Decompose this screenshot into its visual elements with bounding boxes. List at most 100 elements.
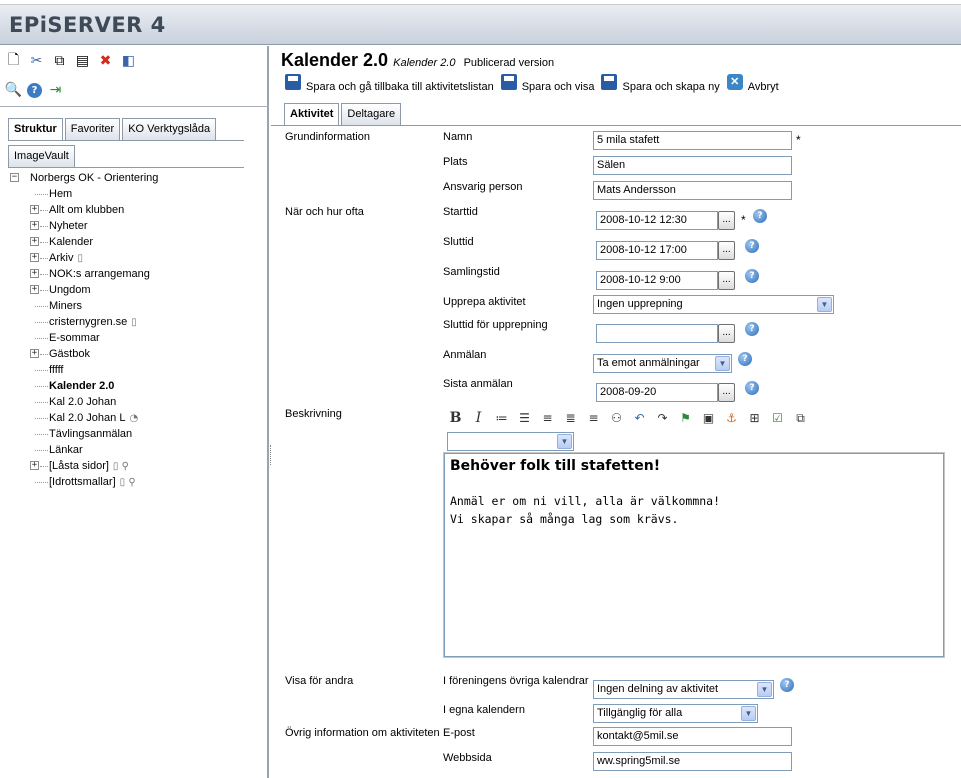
repeat-end-input[interactable] [596,324,718,343]
website-input[interactable]: ww.spring5mil.se [593,752,792,771]
editor-style-select[interactable]: ▼ [447,432,574,451]
save-and-view-label: Spara och visa [521,81,595,93]
insert-image-icon[interactable]: ▣ [699,409,718,427]
help-icon[interactable]: ? [753,209,767,223]
tree-item[interactable]: + Ungdom [10,282,265,298]
insert-anchor-icon[interactable]: ⚓ [722,409,741,427]
tree-root[interactable]: − Norbergs OK - Orientering [10,170,265,186]
tree-item[interactable]: + [Låsta sidor] ▯ ⚲ [10,458,265,474]
tree-item[interactable]: + Arkiv ▯ [10,250,265,266]
help-icon[interactable]: ? [738,352,752,366]
name-input[interactable]: 5 mila stafett [593,131,792,150]
email-input[interactable]: kontakt@5mil.se [593,727,792,746]
collapse-icon[interactable]: − [10,173,19,182]
copy-icon[interactable]: ⧉ [50,52,69,71]
tree-item[interactable]: + NOK:s arrangemang [10,266,265,282]
spellcheck-icon[interactable]: ☑ [768,409,787,427]
tab-deltagare[interactable]: Deltagare [341,103,402,125]
tree-item[interactable]: Hem [10,186,265,202]
expand-icon[interactable]: + [30,221,39,230]
ordered-list-icon[interactable]: ≔ [492,409,511,427]
italic-icon[interactable]: I [469,409,488,427]
tree-item[interactable]: Tävlingsanmälan [10,426,265,442]
align-center-icon[interactable]: ≣ [561,409,580,427]
bold-icon[interactable]: B [446,409,465,427]
help-icon[interactable]: ? [27,82,42,98]
expand-icon[interactable]: + [30,269,39,278]
repeat-select[interactable]: Ingen upprepning ▼ [593,295,834,314]
paste-icon[interactable]: ▤ [73,52,92,71]
rich-text-editor[interactable]: Behöver folk till stafetten! Anmäl er om… [444,453,944,657]
expand-icon[interactable]: + [30,461,39,470]
help-icon[interactable]: ? [745,269,759,283]
editor-heading: Behöver folk till stafetten! [450,458,661,474]
paste-text-icon[interactable]: ⧉ [791,409,810,427]
last-signup-picker-button[interactable]: ... [718,383,735,402]
help-icon[interactable]: ? [745,381,759,395]
expand-icon[interactable]: + [30,285,39,294]
expand-icon[interactable]: + [30,205,39,214]
tree-item[interactable]: fffff [10,362,265,378]
start-time-input[interactable]: 2008-10-12 12:30 [596,211,718,230]
content-tabs: Aktivitet Deltagare [284,103,402,126]
tab-ko-verktygslada[interactable]: KO Verktygslåda [122,118,217,140]
section-grundinformation: Grundinformation [285,131,370,143]
new-page-icon[interactable]: 🗋 [4,52,23,71]
redo-icon[interactable]: ↷ [653,409,672,427]
tree-item[interactable]: + Gästbok [10,346,265,362]
start-time-picker-button[interactable]: ... [718,211,735,230]
gather-time-input[interactable]: 2008-10-12 9:00 [596,271,718,290]
tab-aktivitet[interactable]: Aktivitet [284,103,340,126]
tree-item[interactable]: Kal 2.0 Johan L ◔ [10,410,265,426]
end-time-input[interactable]: 2008-10-12 17:00 [596,241,718,260]
insert-table-icon[interactable]: ⊞ [745,409,764,427]
expand-icon[interactable]: + [30,237,39,246]
save-and-view-button[interactable]: Spara och visa [500,74,595,94]
align-left-icon[interactable]: ≡ [538,409,557,427]
save-and-back-button[interactable]: Spara och gå tillbaka till aktivitetslis… [285,74,494,94]
help-icon[interactable]: ? [745,239,759,253]
help-icon[interactable]: ? [780,678,794,692]
tree-item[interactable]: E-sommar [10,330,265,346]
undo-icon[interactable]: ↶ [630,409,649,427]
tab-imagevault[interactable]: ImageVault [8,145,75,167]
help-icon[interactable]: ? [745,322,759,336]
align-right-icon[interactable]: ≡ [584,409,603,427]
place-input[interactable]: Sälen [593,156,792,175]
own-calendar-value: Tillgänglig för alla [597,707,683,719]
cancel-button[interactable]: ✕ Avbryt [726,74,779,94]
tree-item[interactable]: Kal 2.0 Johan [10,394,265,410]
tree-item[interactable]: Länkar [10,442,265,458]
save-and-new-button[interactable]: Spara och skapa ny [601,74,720,94]
tree-item[interactable]: [Idrottsmallar] ▯ ⚲ [10,474,265,490]
responsible-input[interactable]: Mats Andersson [593,181,792,200]
tree-item[interactable]: + Allt om klubben [10,202,265,218]
tree-item[interactable]: + Kalender [10,234,265,250]
unordered-list-icon[interactable]: ☰ [515,409,534,427]
required-mark: * [796,133,801,147]
logout-icon[interactable]: ⇥ [46,81,65,100]
insert-link-icon[interactable]: ⚑ [676,409,695,427]
tree-item[interactable]: Miners [10,298,265,314]
find-icon[interactable]: ⚇ [607,409,626,427]
tree-connector [35,418,48,419]
search-icon[interactable]: 🔍 [4,81,23,100]
cut-icon[interactable]: ✂ [27,52,46,71]
delete-icon[interactable]: ✖ [96,52,115,71]
gather-time-picker-button[interactable]: ... [718,271,735,290]
signup-select[interactable]: Ta emot anmälningar ▼ [593,354,732,373]
last-signup-input[interactable]: 2008-09-20 [596,383,718,402]
other-calendars-select[interactable]: Ingen delning av aktivitet ▼ [593,680,774,699]
own-calendar-select[interactable]: Tillgänglig för alla ▼ [593,704,758,723]
tab-struktur[interactable]: Struktur [8,118,63,141]
expand-icon[interactable]: + [30,253,39,262]
tab-favoriter[interactable]: Favoriter [64,118,121,140]
tree-item[interactable]: Kalender 2.0 [10,378,265,394]
repeat-end-picker-button[interactable]: ... [718,324,735,343]
save-and-new-label: Spara och skapa ny [622,81,720,93]
tree-item[interactable]: cristernygren.se ▯ [10,314,265,330]
tree-item[interactable]: + Nyheter [10,218,265,234]
end-time-picker-button[interactable]: ... [718,241,735,260]
panel-icon[interactable]: ◧ [119,52,138,71]
expand-icon[interactable]: + [30,349,39,358]
